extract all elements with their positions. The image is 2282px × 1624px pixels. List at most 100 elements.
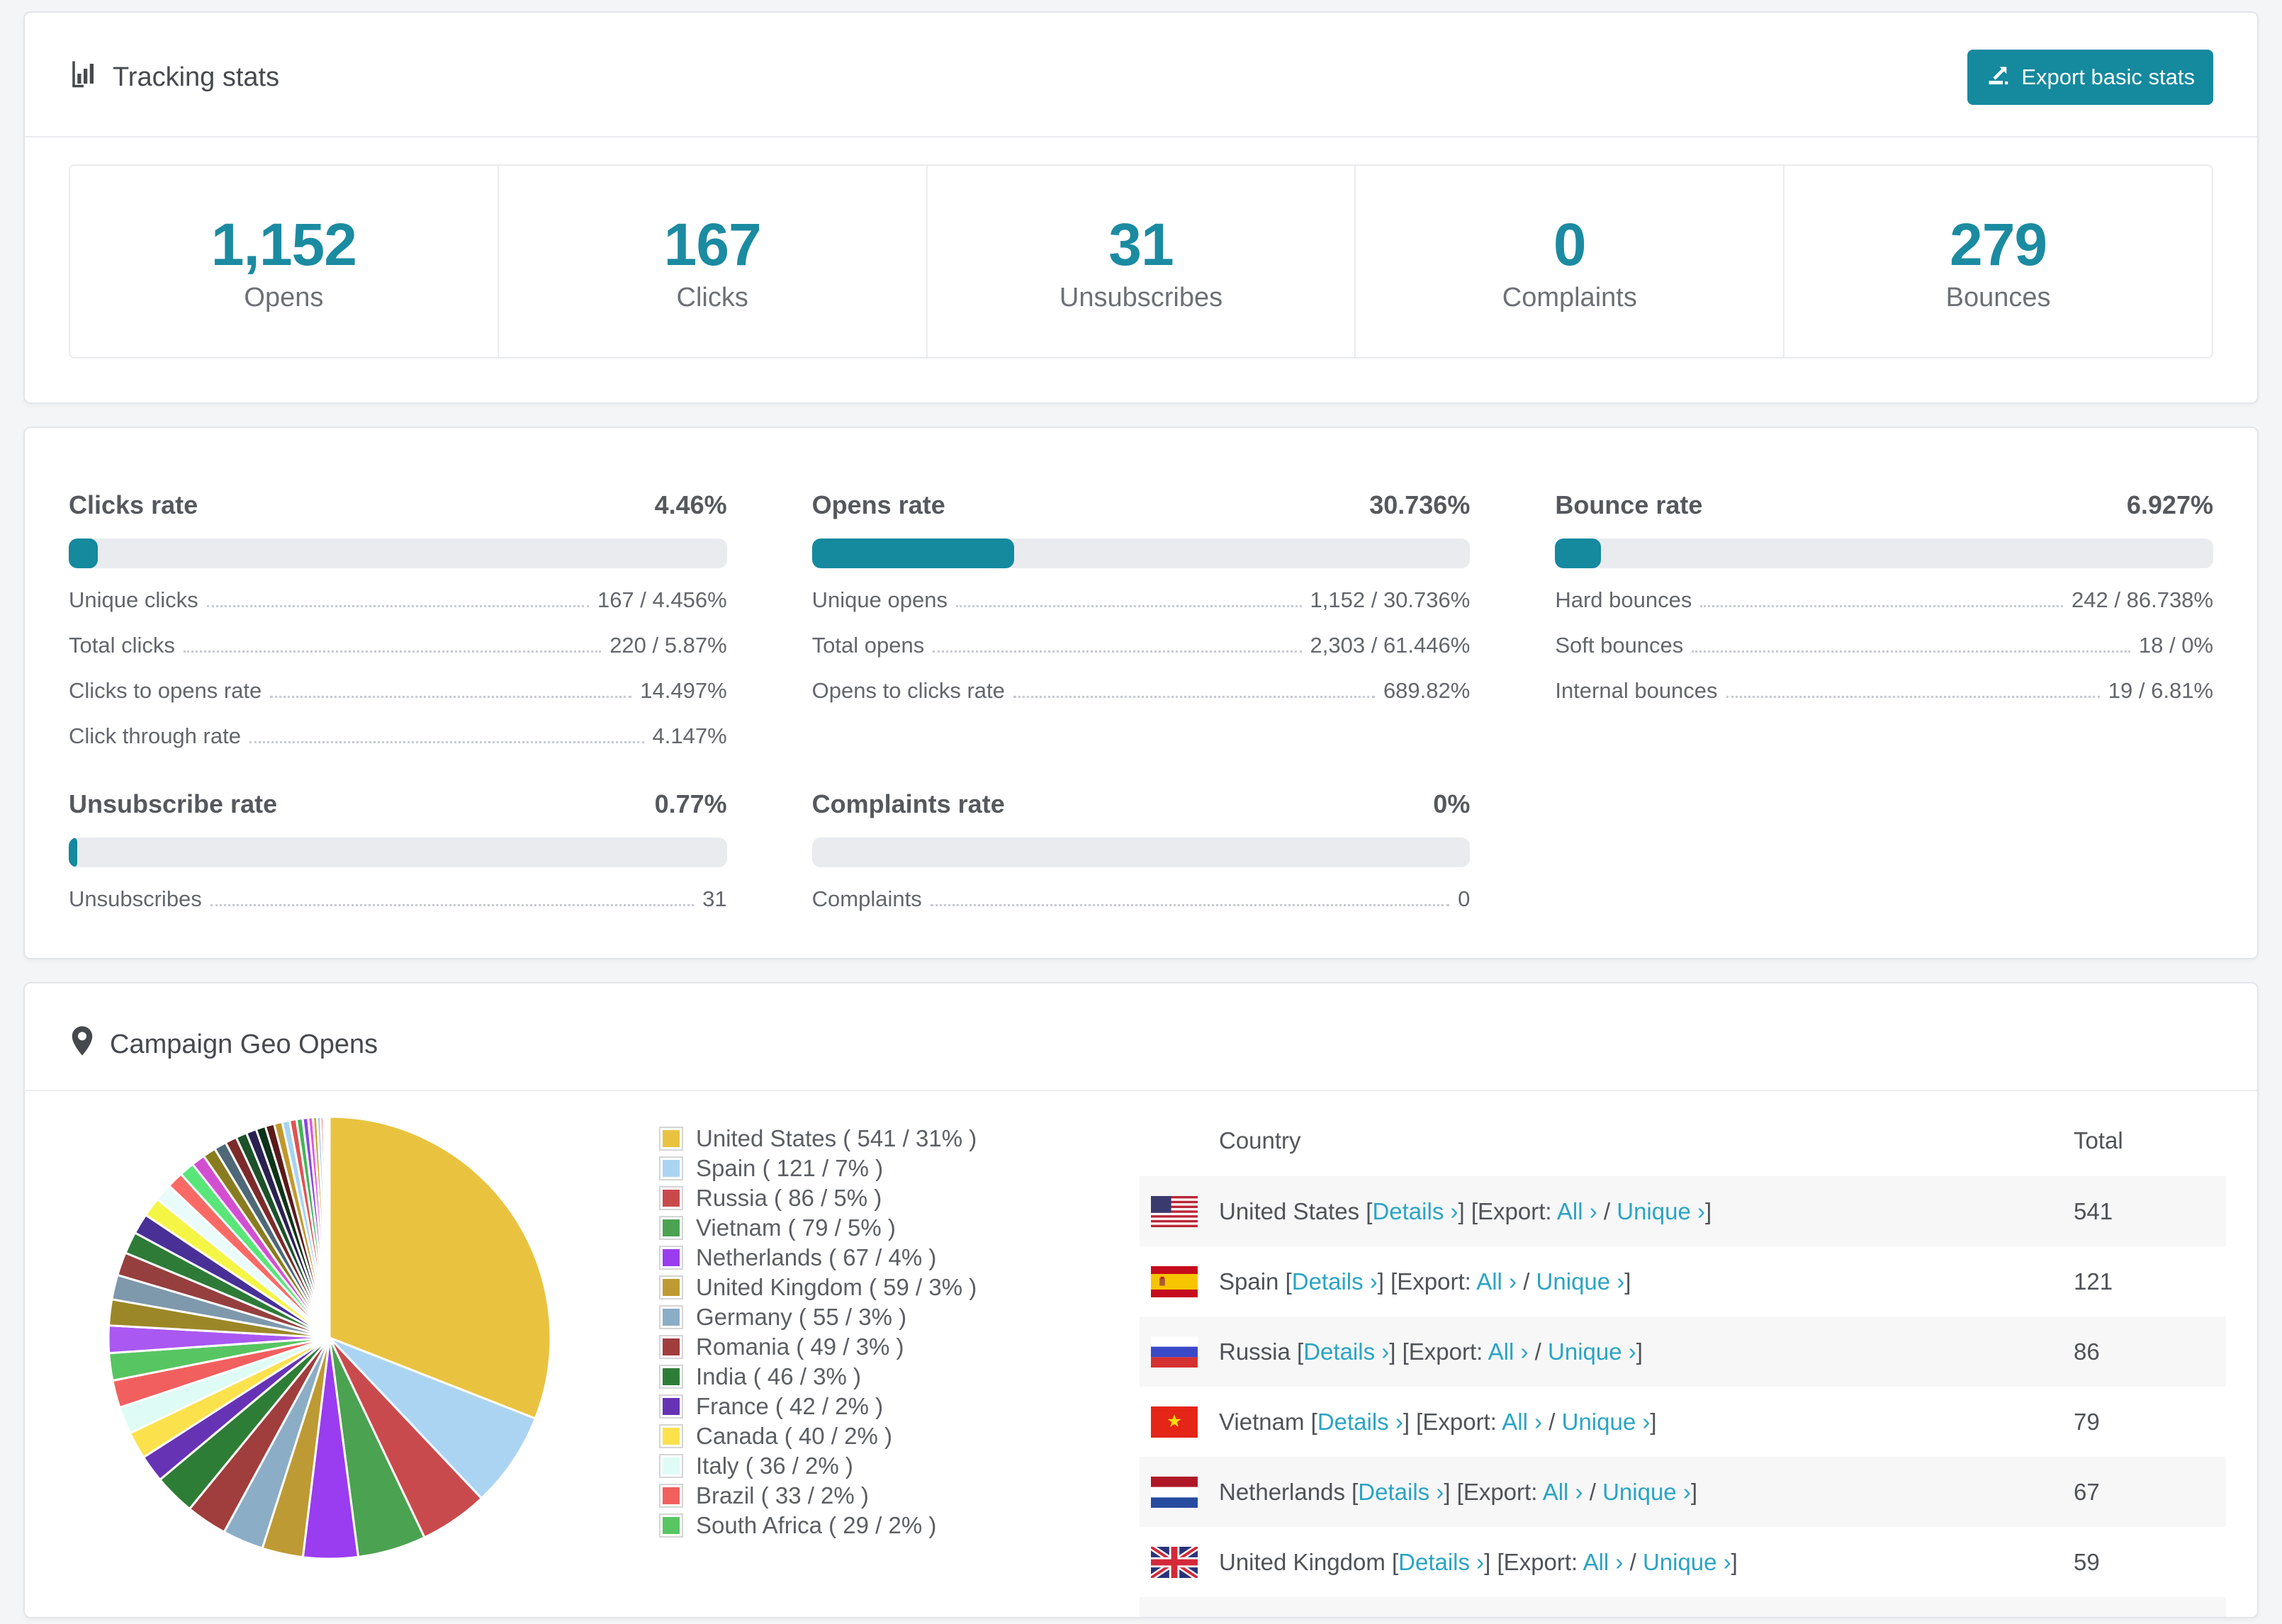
legend-item-spain[interactable]: Spain ( 121 / 7% ) — [659, 1154, 1056, 1183]
dotted-leader — [930, 904, 1450, 906]
legend-item-south-africa[interactable]: South Africa ( 29 / 2% ) — [659, 1511, 1056, 1540]
legend-swatch — [659, 1513, 683, 1538]
country-name: Netherlands [ — [1219, 1478, 1359, 1505]
total-cell: 86 — [2074, 1338, 2100, 1365]
metric-row: Clicks to opens rate 14.497% — [69, 677, 727, 704]
link-separator: / — [1597, 1197, 1617, 1224]
stats-summary: 1,152 Opens 167 Clicks 31 Unsubscribes 0 Compla… — [69, 164, 2213, 359]
legend-swatch — [659, 1394, 683, 1419]
legend-swatch — [659, 1365, 683, 1389]
metric-row: Internal bounces 19 / 6.81% — [1555, 677, 2213, 704]
metric-label: Total opens — [811, 633, 925, 658]
export-all-link[interactable]: All › — [1557, 1198, 1597, 1224]
legend-swatch — [659, 1484, 683, 1508]
export-unique-link[interactable]: Unique › — [1643, 1549, 1731, 1575]
flag-icon-ru — [1151, 1336, 1198, 1368]
details-link[interactable]: Details › — [1358, 1479, 1444, 1505]
details-link[interactable]: Details › — [1398, 1549, 1484, 1575]
table-row-main: Spain [Details ›] [Export: All › / Uniqu… — [1140, 1265, 2074, 1297]
metric-value: 0 — [1458, 886, 1471, 911]
legend-item-france[interactable]: France ( 42 / 2% ) — [659, 1392, 1056, 1421]
bar-chart-icon — [69, 59, 99, 96]
export-all-link[interactable]: All › — [1543, 1479, 1583, 1505]
export-unique-link[interactable]: Unique › — [1617, 1198, 1705, 1224]
geo-title: Campaign Geo Opens — [110, 1029, 378, 1059]
stat-cell-clicks: 167 Clicks — [497, 166, 926, 357]
export-unique-link[interactable]: Unique › — [1602, 1479, 1691, 1505]
stat-value: 167 — [663, 210, 762, 278]
export-all-link[interactable]: All › — [1476, 1268, 1517, 1295]
export-unique-link[interactable]: Unique › — [1536, 1268, 1625, 1295]
pie-slice[interactable] — [327, 1115, 331, 1339]
table-row-main: Russia [Details ›] [Export: All › / Uniq… — [1140, 1336, 2074, 1368]
metric-row: Soft bounces 18 / 0% — [1555, 632, 2213, 659]
legend-label: Italy ( 36 / 2% ) — [696, 1453, 853, 1479]
geo-table-rows: United States [Details ›] [Export: All ›… — [1140, 1176, 2226, 1617]
stat-value: 279 — [1950, 210, 2047, 278]
metric-label: Internal bounces — [1555, 678, 1718, 703]
details-link[interactable]: Details › — [1292, 1268, 1378, 1295]
export-unique-link[interactable]: Unique › — [1562, 1409, 1651, 1435]
metric-row: Unsubscribes 31 — [69, 886, 727, 913]
rate-value: 0.77% — [654, 789, 727, 818]
export-all-link[interactable]: All › — [1488, 1338, 1529, 1365]
metric-label: Unique clicks — [69, 587, 198, 612]
details-link[interactable]: Details › — [1303, 1338, 1389, 1365]
details-link[interactable]: Details › — [1317, 1409, 1403, 1435]
export-unique-link[interactable]: Unique › — [1548, 1338, 1636, 1365]
metric-row: Opens to clicks rate 689.82% — [812, 677, 1471, 704]
legend-label: India ( 46 / 3% ) — [696, 1363, 861, 1389]
closing-bracket: ] — [1690, 1478, 1697, 1505]
geo-content: United States ( 541 / 31% ) Spain ( 121 /… — [25, 1091, 2257, 1617]
dotted-leader — [270, 696, 632, 698]
legend-item-canada[interactable]: Canada ( 40 / 2% ) — [659, 1421, 1056, 1451]
legend-item-germany[interactable]: Germany ( 55 / 3% ) — [659, 1302, 1056, 1332]
legend-swatch — [659, 1156, 683, 1180]
legend-item-united-states[interactable]: United States ( 541 / 31% ) — [659, 1124, 1056, 1154]
geo-title-wrap: Campaign Geo Opens — [69, 1025, 378, 1064]
metric-label: Complaints — [811, 886, 922, 911]
dotted-leader — [933, 650, 1302, 653]
legend-item-vietnam[interactable]: Vietnam ( 79 / 5% ) — [659, 1213, 1056, 1243]
export-label: ] [Export: — [1444, 1478, 1543, 1505]
stat-label: Bounces — [1945, 282, 2051, 312]
metric-label: Clicks to opens rate — [69, 678, 262, 703]
legend-item-netherlands[interactable]: Netherlands ( 67 / 4% ) — [659, 1243, 1056, 1273]
details-link[interactable]: Details › — [1372, 1198, 1458, 1224]
legend-swatch — [659, 1454, 683, 1478]
tracking-stats-header: Tracking stats Export basic stats — [25, 13, 2257, 136]
progress-fill — [1555, 538, 1601, 568]
metric-label: Hard bounces — [1555, 587, 1692, 612]
export-basic-stats-button[interactable]: Export basic stats — [1967, 50, 2213, 105]
table-row-main: United States [Details ›] [Export: All ›… — [1140, 1195, 2074, 1227]
legend-item-russia[interactable]: Russia ( 86 / 5% ) — [659, 1183, 1056, 1213]
metric-value: 2,303 / 61.446% — [1310, 633, 1471, 658]
legend-item-united-kingdom[interactable]: United Kingdom ( 59 / 3% ) — [659, 1273, 1056, 1302]
metric-value: 689.82% — [1383, 678, 1471, 703]
progress-track — [811, 838, 1471, 867]
export-all-link[interactable]: All › — [1583, 1549, 1624, 1575]
legend-item-brazil[interactable]: Brazil ( 33 / 2% ) — [659, 1481, 1056, 1511]
country-name: Russia [ — [1219, 1338, 1304, 1365]
rate-head: Clicks rate 4.46% — [69, 490, 727, 520]
progress-track — [69, 538, 727, 568]
total-cell: 67 — [2074, 1478, 2100, 1505]
rate-title: Unsubscribe rate — [69, 789, 278, 818]
legend-item-romania[interactable]: Romania ( 49 / 3% ) — [659, 1332, 1056, 1362]
legend-item-india[interactable]: India ( 46 / 3% ) — [659, 1362, 1056, 1392]
stat-cell-opens: 1,152 Opens — [70, 166, 498, 357]
rate-value: 0% — [1433, 789, 1471, 818]
export-all-link[interactable]: All › — [1502, 1409, 1542, 1435]
geo-opens-card: Campaign Geo Opens United States ( 541 /… — [23, 982, 2259, 1618]
column-header-country: Country — [1219, 1127, 1301, 1154]
metric-row: Complaints 0 — [812, 886, 1471, 913]
dotted-leader — [1013, 696, 1375, 698]
legend-label: United Kingdom ( 59 / 3% ) — [696, 1274, 977, 1300]
legend-label: Vietnam ( 79 / 5% ) — [696, 1214, 896, 1241]
progress-fill — [69, 838, 77, 867]
table-row-vn: Vietnam [Details ›] [Export: All › / Uni… — [1140, 1387, 2226, 1457]
country-cell: Vietnam [Details ›] [Export: All › / Uni… — [1219, 1409, 1657, 1436]
stat-value: 31 — [1108, 210, 1174, 278]
country-name: United States [ — [1219, 1197, 1373, 1224]
legend-item-italy[interactable]: Italy ( 36 / 2% ) — [659, 1451, 1056, 1481]
